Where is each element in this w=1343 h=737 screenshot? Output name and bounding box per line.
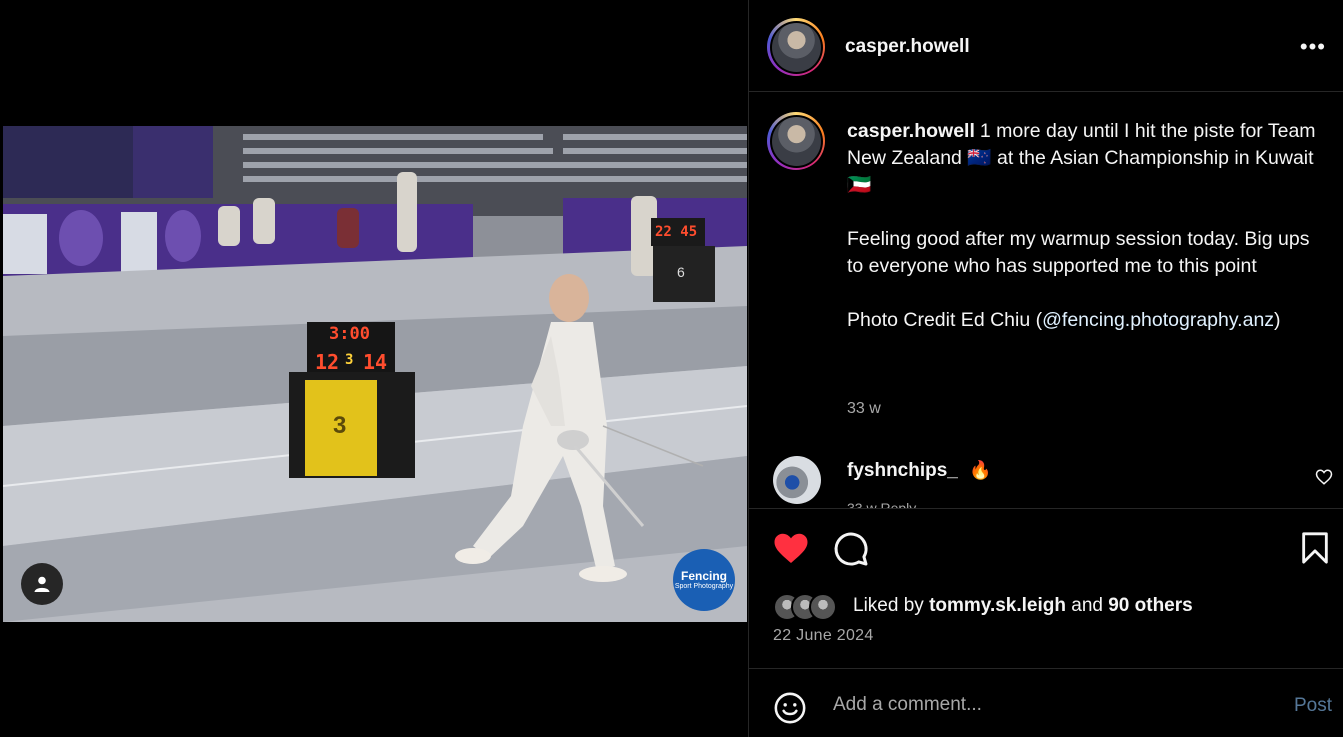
comment-text: 🔥 bbox=[969, 460, 992, 480]
far-board-number: 6 bbox=[677, 264, 685, 280]
commenter-username[interactable]: fyshnchips_ bbox=[847, 460, 958, 482]
like-heart-icon[interactable] bbox=[773, 531, 809, 570]
comments-area: casper.howell 1 more day until I hit the … bbox=[749, 92, 1343, 508]
emoji-smiley-icon[interactable] bbox=[773, 691, 807, 730]
photo-credit-prefix: Photo Credit Ed Chiu ( bbox=[847, 309, 1043, 331]
user-icon bbox=[34, 576, 50, 592]
likes-middle: and bbox=[1071, 595, 1103, 616]
comment-like-icon[interactable] bbox=[1315, 468, 1333, 491]
scoreboard: 3:00 12 3 14 bbox=[307, 322, 395, 380]
score-right: 14 bbox=[363, 350, 388, 374]
add-comment-bar: Post bbox=[749, 668, 1343, 737]
likes-prefix: Liked by bbox=[853, 595, 924, 616]
caption-text-2: Feeling good after my warmup session tod… bbox=[847, 228, 1310, 277]
period-number: 3 bbox=[345, 352, 354, 368]
score-left: 12 bbox=[315, 350, 340, 374]
scoreboard-time: 3:00 bbox=[329, 324, 370, 344]
commenter-avatar[interactable] bbox=[773, 456, 821, 504]
likes-summary: Liked by tommy.sk.leigh and 90 others bbox=[853, 595, 1193, 617]
comment-meta: 33 w Reply bbox=[847, 500, 917, 508]
comment-input[interactable] bbox=[831, 689, 1255, 721]
tagged-users-button[interactable] bbox=[21, 563, 63, 605]
post-comment-button[interactable]: Post bbox=[1294, 695, 1332, 717]
post-date: 22 June 2024 bbox=[773, 627, 874, 644]
post-time-ago: 33 w bbox=[847, 400, 881, 417]
likes-others-link[interactable]: 90 others bbox=[1108, 595, 1192, 616]
liker-username[interactable]: tommy.sk.leigh bbox=[929, 595, 1066, 616]
caption-author-avatar[interactable] bbox=[767, 112, 825, 170]
more-options-icon[interactable]: ••• bbox=[1300, 34, 1326, 60]
watermark-line2: Sport Photography bbox=[674, 582, 734, 590]
far-scoreboard-score: 22 45 bbox=[655, 224, 698, 240]
post-actions: Liked by tommy.sk.leigh and 90 others 22… bbox=[749, 508, 1343, 668]
author-avatar[interactable] bbox=[767, 18, 825, 76]
post-caption: casper.howell 1 more day until I hit the … bbox=[847, 118, 1317, 361]
photo-credit-suffix: ) bbox=[1274, 309, 1281, 331]
author-username[interactable]: casper.howell bbox=[845, 36, 970, 58]
comment-bubble-icon[interactable] bbox=[833, 531, 869, 572]
post-sidebar: casper.howell ••• casper.howell 1 more da… bbox=[748, 0, 1343, 737]
media-pane: 3:00 12 3 14 3 22 45 6 Fencing Sport Pho… bbox=[0, 0, 748, 737]
post-header: casper.howell ••• bbox=[749, 0, 1343, 92]
caption-username[interactable]: casper.howell bbox=[847, 120, 975, 142]
save-bookmark-icon[interactable] bbox=[1300, 531, 1330, 570]
photographer-watermark: Fencing Sport Photography bbox=[673, 549, 735, 611]
watermark-line1: Fencing bbox=[680, 568, 727, 583]
comment-item: fyshnchips_ 🔥 33 w Reply bbox=[773, 456, 1333, 508]
photo-credit-link[interactable]: @fencing.photography.anz bbox=[1042, 309, 1274, 331]
piste-number: 3 bbox=[333, 412, 347, 439]
post-photo[interactable]: 3:00 12 3 14 3 22 45 6 bbox=[3, 126, 747, 622]
